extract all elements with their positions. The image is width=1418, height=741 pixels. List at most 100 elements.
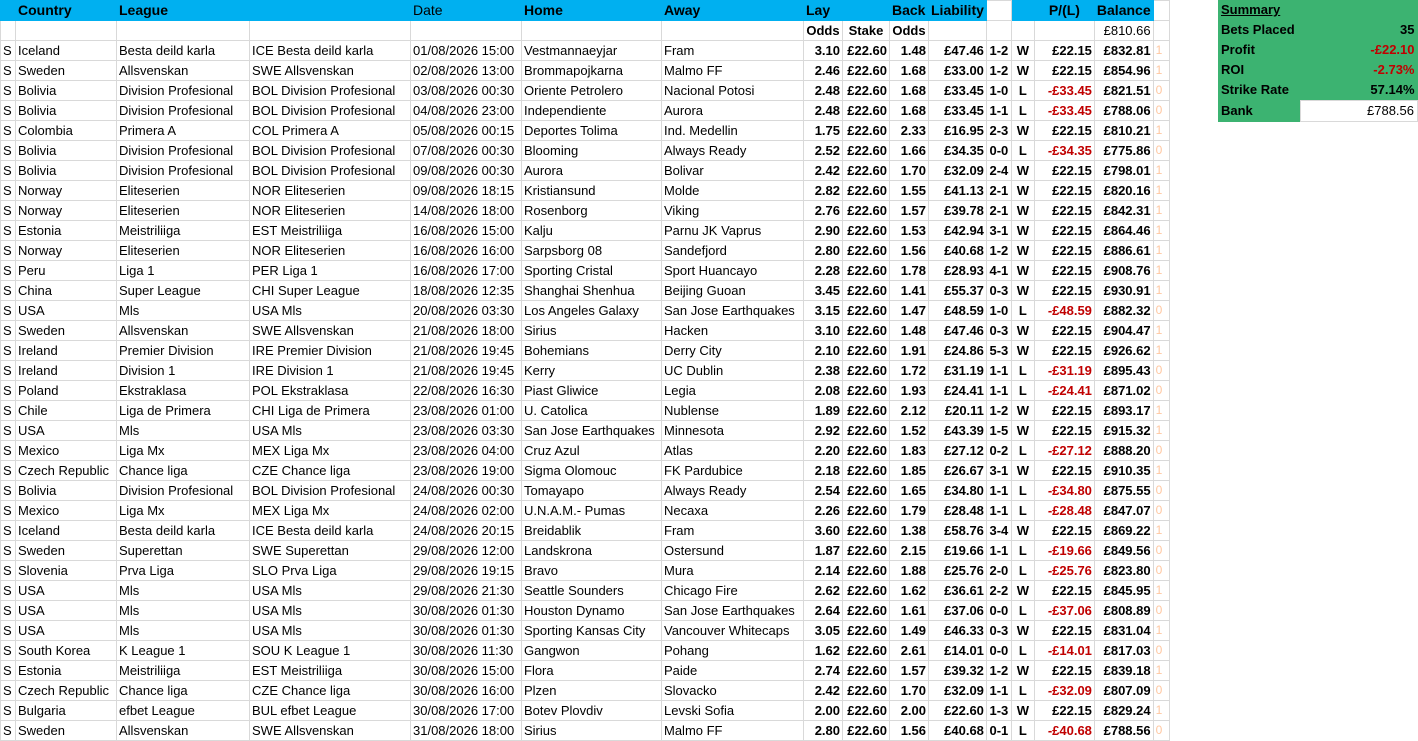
- cell-home[interactable]: Sirius: [521, 320, 662, 341]
- header-pl[interactable]: P/(L): [1033, 0, 1095, 21]
- cell-result[interactable]: W: [1010, 40, 1035, 61]
- cell[interactable]: [985, 20, 1012, 41]
- cell-stake[interactable]: £22.60: [842, 500, 890, 521]
- cell-lay[interactable]: 1.75: [803, 120, 843, 141]
- cell-marker[interactable]: 1: [1152, 620, 1170, 641]
- cell-home[interactable]: Landskrona: [521, 540, 662, 561]
- cell-pl[interactable]: -£32.09: [1033, 680, 1095, 701]
- cell-away[interactable]: Paide: [661, 660, 804, 681]
- cell-league[interactable]: Liga 1: [116, 260, 250, 281]
- cell-league[interactable]: Liga Mx: [116, 440, 250, 461]
- cell-marker[interactable]: 1: [1152, 580, 1170, 601]
- cell-away[interactable]: Beijing Guoan: [661, 280, 804, 301]
- cell-lay[interactable]: 2.62: [803, 580, 843, 601]
- cell-code[interactable]: EST Meistriliiga: [249, 660, 411, 681]
- cell-away[interactable]: Necaxa: [661, 500, 804, 521]
- cell-marker[interactable]: 0: [1152, 80, 1170, 101]
- cell-balance[interactable]: £926.62: [1093, 340, 1154, 361]
- cell-back[interactable]: 1.56: [889, 240, 929, 261]
- cell-country[interactable]: Czech Republic: [15, 680, 117, 701]
- cell-league[interactable]: Mls: [116, 300, 250, 321]
- cell-back[interactable]: 1.66: [889, 140, 929, 161]
- cell-flag[interactable]: S: [0, 300, 16, 321]
- cell-away[interactable]: Mura: [661, 560, 804, 581]
- cell-flag[interactable]: S: [0, 120, 16, 141]
- cell-flag[interactable]: S: [0, 620, 16, 641]
- cell-stake[interactable]: £22.60: [842, 400, 890, 421]
- cell-result[interactable]: W: [1010, 460, 1035, 481]
- cell-stake[interactable]: £22.60: [842, 280, 890, 301]
- cell-country[interactable]: Iceland: [15, 520, 117, 541]
- cell-flag[interactable]: S: [0, 560, 16, 581]
- cell-flag[interactable]: S: [0, 580, 16, 601]
- cell-country[interactable]: Iceland: [15, 40, 117, 61]
- cell-stake[interactable]: £22.60: [842, 620, 890, 641]
- cell-marker[interactable]: 1: [1152, 460, 1170, 481]
- cell-home[interactable]: Blooming: [521, 140, 662, 161]
- cell-code[interactable]: IRE Division 1: [249, 360, 411, 381]
- cell-liability[interactable]: £37.06: [928, 600, 987, 621]
- cell-liability[interactable]: £41.13: [928, 180, 987, 201]
- header-away[interactable]: Away: [661, 0, 804, 21]
- cell-away[interactable]: Nacional Potosi: [661, 80, 804, 101]
- cell-code[interactable]: BOL Division Profesional: [249, 100, 411, 121]
- cell-country[interactable]: Bolivia: [15, 140, 117, 161]
- cell-result[interactable]: W: [1010, 400, 1035, 421]
- cell-date[interactable]: 31/08/2026 18:00: [410, 720, 522, 741]
- cell-date[interactable]: 30/08/2026 01:30: [410, 600, 522, 621]
- cell-pl[interactable]: £22.15: [1033, 460, 1095, 481]
- cell-balance[interactable]: £910.35: [1093, 460, 1154, 481]
- cell-score[interactable]: 1-3: [985, 700, 1012, 721]
- cell-flag[interactable]: S: [0, 60, 16, 81]
- cell-back[interactable]: 1.91: [889, 340, 929, 361]
- cell-score[interactable]: 0-1: [985, 720, 1012, 741]
- cell-league[interactable]: Primera A: [116, 120, 250, 141]
- cell-date[interactable]: 07/08/2026 00:30: [410, 140, 522, 161]
- cell-flag[interactable]: S: [0, 520, 16, 541]
- cell-score[interactable]: 2-4: [985, 160, 1012, 181]
- header-result[interactable]: [1010, 0, 1035, 21]
- cell-date[interactable]: 16/08/2026 15:00: [410, 220, 522, 241]
- cell-balance[interactable]: £882.32: [1093, 300, 1154, 321]
- cell-code[interactable]: COL Primera A: [249, 120, 411, 141]
- cell-code[interactable]: SWE Allsvenskan: [249, 60, 411, 81]
- cell-country[interactable]: Sweden: [15, 720, 117, 741]
- cell[interactable]: [1033, 20, 1095, 41]
- cell-date[interactable]: 16/08/2026 16:00: [410, 240, 522, 261]
- cell-league[interactable]: Mls: [116, 420, 250, 441]
- cell-marker[interactable]: 1: [1152, 700, 1170, 721]
- cell-stake[interactable]: £22.60: [842, 640, 890, 661]
- cell-lay[interactable]: 2.80: [803, 240, 843, 261]
- subheader-back-odds[interactable]: Odds: [889, 20, 929, 41]
- cell-pl[interactable]: -£27.12: [1033, 440, 1095, 461]
- cell-liability[interactable]: £20.11: [928, 400, 987, 421]
- cell-liability[interactable]: £32.09: [928, 680, 987, 701]
- cell-balance[interactable]: £829.24: [1093, 700, 1154, 721]
- cell-result[interactable]: L: [1010, 80, 1035, 101]
- cell-lay[interactable]: 3.10: [803, 40, 843, 61]
- cell-home[interactable]: Breidablik: [521, 520, 662, 541]
- cell-stake[interactable]: £22.60: [842, 520, 890, 541]
- cell-result[interactable]: L: [1010, 440, 1035, 461]
- summary-title-spacer[interactable]: [1300, 0, 1418, 20]
- cell-balance[interactable]: £886.61: [1093, 240, 1154, 261]
- cell-liability[interactable]: £34.80: [928, 480, 987, 501]
- cell-league[interactable]: Meistriliiga: [116, 660, 250, 681]
- cell-home[interactable]: San Jose Earthquakes: [521, 420, 662, 441]
- cell[interactable]: [661, 20, 804, 41]
- cell-league[interactable]: Division Profesional: [116, 140, 250, 161]
- cell-away[interactable]: Slovacko: [661, 680, 804, 701]
- cell-lay[interactable]: 2.10: [803, 340, 843, 361]
- cell-date[interactable]: 24/08/2026 00:30: [410, 480, 522, 501]
- cell-country[interactable]: Bolivia: [15, 80, 117, 101]
- cell-pl[interactable]: £22.15: [1033, 580, 1095, 601]
- cell-back[interactable]: 1.68: [889, 80, 929, 101]
- cell-marker[interactable]: 0: [1152, 380, 1170, 401]
- cell-flag[interactable]: S: [0, 260, 16, 281]
- cell-result[interactable]: W: [1010, 320, 1035, 341]
- cell-league[interactable]: Liga de Primera: [116, 400, 250, 421]
- cell-code[interactable]: SLO Prva Liga: [249, 560, 411, 581]
- cell-pl[interactable]: £22.15: [1033, 400, 1095, 421]
- cell-stake[interactable]: £22.60: [842, 540, 890, 561]
- cell-marker[interactable]: 0: [1152, 540, 1170, 561]
